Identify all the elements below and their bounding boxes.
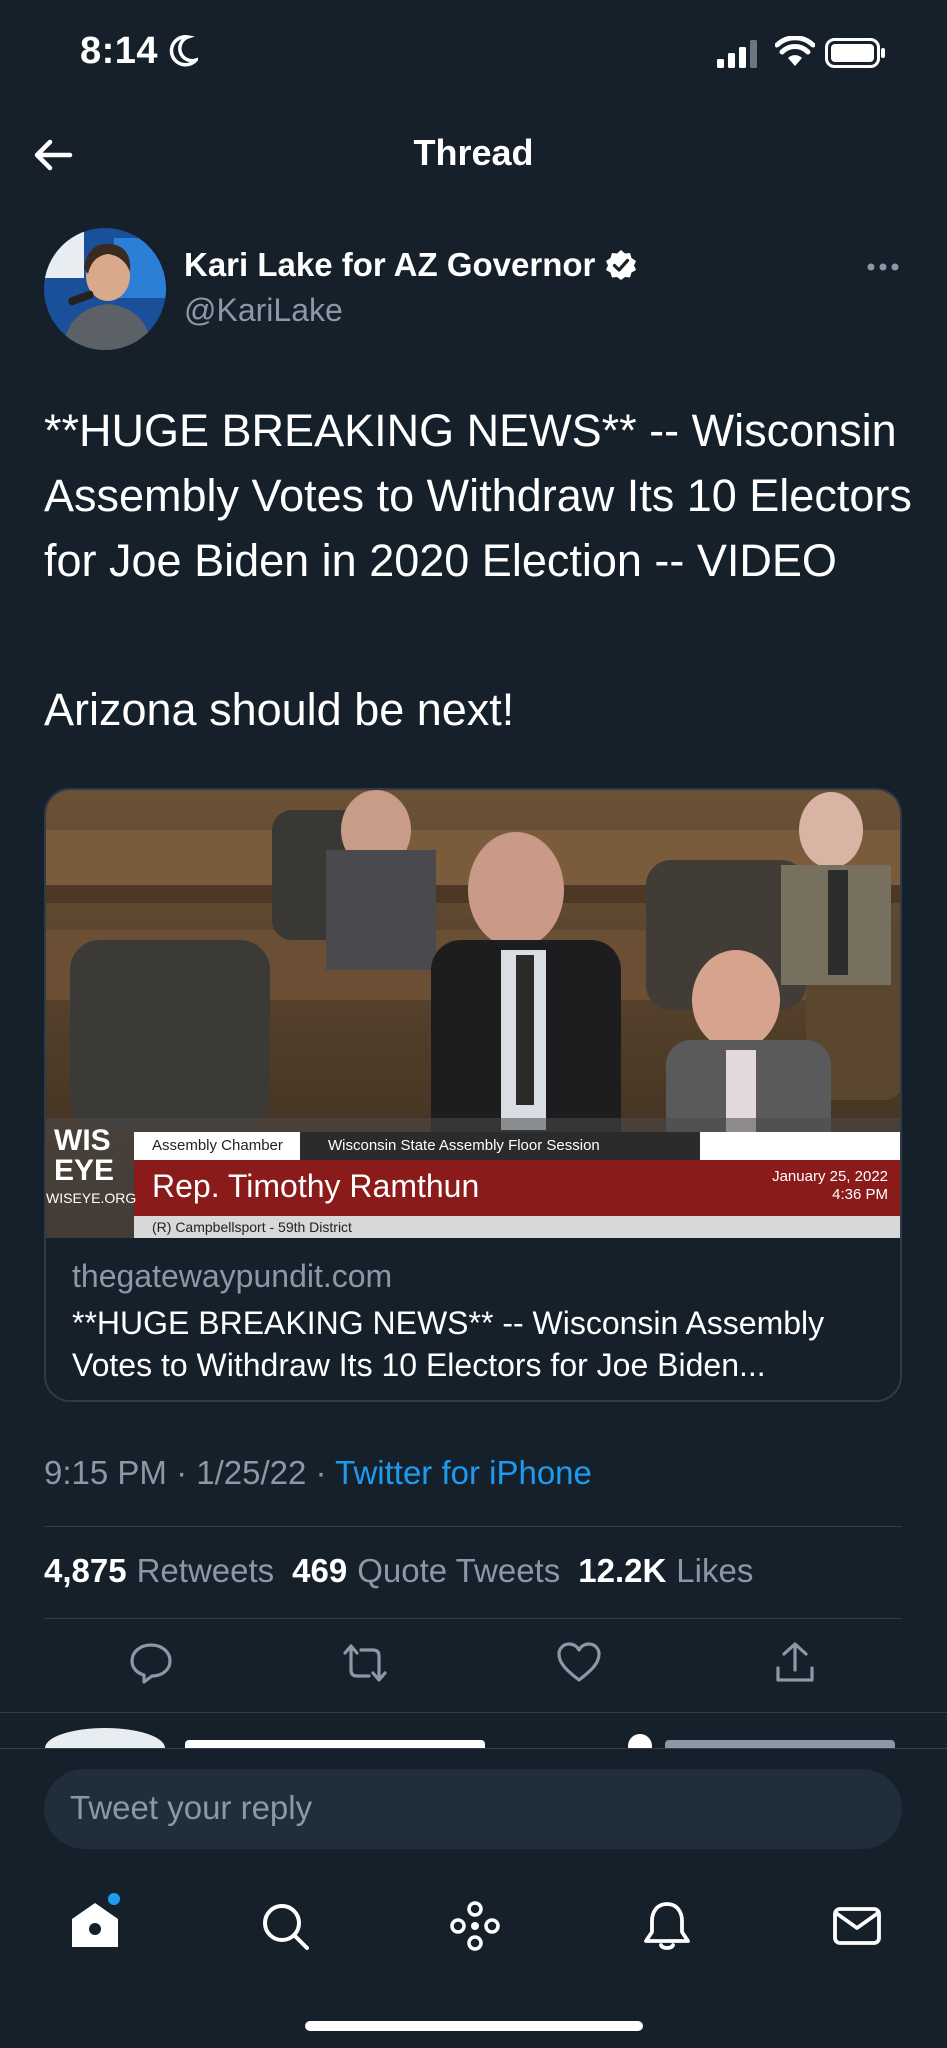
battery-icon xyxy=(825,38,885,68)
thread-screen: 8:14 Thread Kari Lake for AZ Governor @K… xyxy=(0,0,947,2048)
cellular-signal-icon xyxy=(717,40,757,68)
messages-envelope-icon[interactable] xyxy=(830,1899,884,1953)
tweet-text-line-2: Arizona should be next! xyxy=(44,684,515,735)
thread-header: Thread xyxy=(0,120,947,190)
next-tweet-peek[interactable] xyxy=(0,1712,947,1748)
link-card[interactable]: WIS EYE WISEYE.ORG Assembly Chamber Wisc… xyxy=(44,788,902,1402)
speaker-name: Rep. Timothy Ramthun xyxy=(152,1168,480,1204)
like-heart-icon[interactable] xyxy=(556,1640,602,1686)
wiseye-logo-top: WIS xyxy=(54,1124,111,1157)
reply-icon[interactable] xyxy=(128,1640,174,1686)
tweet-date: 1/25/22 xyxy=(196,1454,307,1491)
spaces-icon[interactable] xyxy=(448,1899,502,1953)
tweet-source-link[interactable]: Twitter for iPhone xyxy=(335,1454,592,1491)
speaker-district: (R) Campbellsport - 59th District xyxy=(152,1219,352,1235)
card-title: **HUGE BREAKING NEWS** -- Wisconsin Asse… xyxy=(72,1305,825,1383)
quote-tweets-label: Quote Tweets xyxy=(357,1552,561,1589)
likes-label: Likes xyxy=(676,1552,754,1589)
wiseye-logo-bottom: EYE xyxy=(54,1154,115,1187)
tweet-actions xyxy=(0,1640,947,1700)
likes-count: 12.2K xyxy=(578,1552,667,1589)
tweet-meta: 9:15 PM · 1/25/22 · Twitter for iPhone xyxy=(44,1454,592,1492)
divider xyxy=(44,1618,902,1619)
retweets-count: 4,875 xyxy=(44,1552,127,1589)
search-icon[interactable] xyxy=(258,1899,312,1953)
wifi-icon xyxy=(775,36,815,66)
quote-tweets-stat[interactable]: 469 Quote Tweets xyxy=(292,1552,560,1590)
tweet-stats: 4,875 Retweets 469 Quote Tweets 12.2K Li… xyxy=(44,1552,753,1590)
retweets-label: Retweets xyxy=(136,1552,275,1589)
session-label: Wisconsin State Assembly Floor Session xyxy=(328,1137,600,1154)
likes-stat[interactable]: 12.2K Likes xyxy=(578,1552,753,1590)
more-options-icon[interactable] xyxy=(866,262,900,272)
bottom-area: Tweet your reply xyxy=(0,1748,947,2048)
broadcast-time: 4:36 PM xyxy=(832,1186,888,1203)
card-video-thumbnail[interactable]: WIS EYE WISEYE.ORG Assembly Chamber Wisc… xyxy=(46,790,900,1238)
share-icon[interactable] xyxy=(772,1640,818,1686)
retweet-icon[interactable] xyxy=(342,1640,388,1686)
divider xyxy=(44,1526,902,1527)
home-notification-dot xyxy=(108,1893,120,1905)
card-domain: thegatewaypundit.com xyxy=(72,1258,393,1294)
author-handle[interactable]: @KariLake xyxy=(184,292,343,329)
page-title: Thread xyxy=(413,132,534,173)
retweets-stat[interactable]: 4,875 Retweets xyxy=(44,1552,274,1590)
status-time: 8:14 xyxy=(80,30,159,72)
wiseye-logo-url: WISEYE.ORG xyxy=(46,1190,137,1206)
tweet-text: **HUGE BREAKING NEWS** -- Wisconsin Asse… xyxy=(44,405,912,586)
tweet-time: 9:15 PM xyxy=(44,1454,167,1491)
reply-input[interactable]: Tweet your reply xyxy=(44,1769,902,1849)
location-tag: Assembly Chamber xyxy=(152,1137,283,1154)
home-icon[interactable] xyxy=(68,1899,122,1953)
status-bar: 8:14 xyxy=(0,0,947,110)
verified-badge-icon xyxy=(606,250,637,280)
bottom-tab-bar xyxy=(0,1893,947,1989)
home-indicator xyxy=(305,2021,643,2031)
meta-separator-2: · xyxy=(315,1454,327,1491)
notifications-bell-icon[interactable] xyxy=(640,1899,694,1953)
avatar[interactable] xyxy=(44,228,166,350)
quote-tweets-count: 469 xyxy=(292,1552,348,1589)
author-name-text: Kari Lake for AZ Governor xyxy=(184,246,596,283)
meta-separator: · xyxy=(176,1454,188,1491)
moon-icon xyxy=(169,35,198,67)
author-name[interactable]: Kari Lake for AZ Governor xyxy=(184,246,637,284)
broadcast-date: January 25, 2022 xyxy=(772,1168,888,1185)
